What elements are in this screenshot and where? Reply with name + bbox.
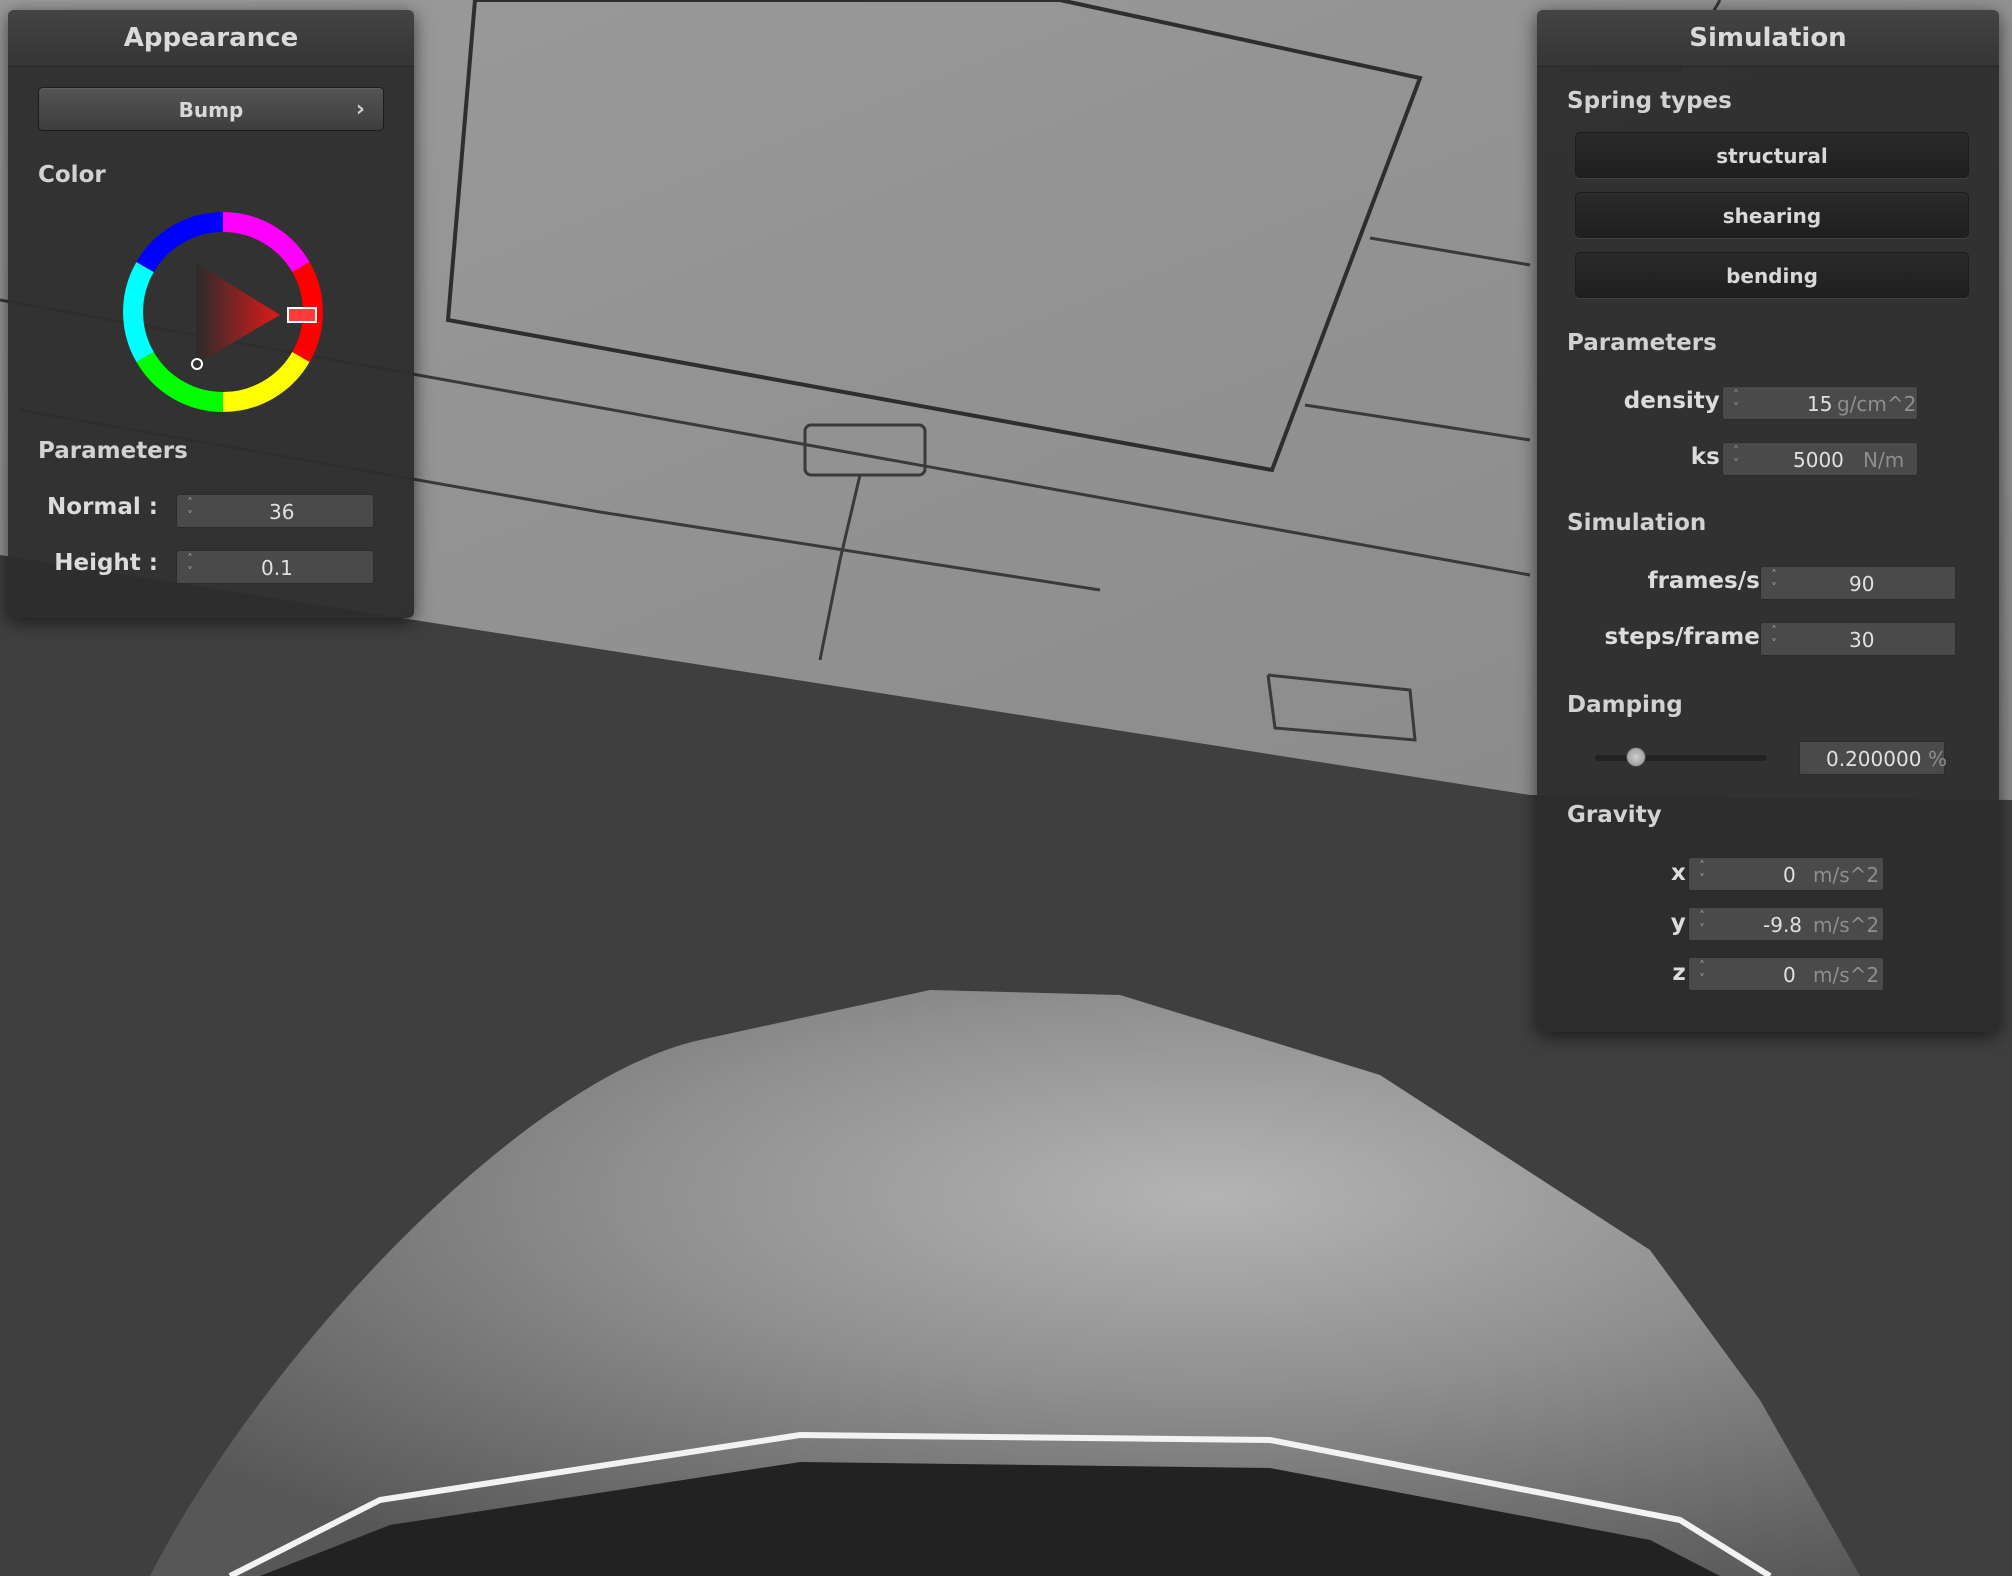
normal-field[interactable]: ˄ ˅ 36 xyxy=(176,494,374,528)
spin-arrows-icon[interactable]: ˄ ˅ xyxy=(1767,569,1781,599)
density-value: 15 xyxy=(1807,392,1833,416)
simulation-title: Simulation xyxy=(1537,10,1999,67)
gravity-z-field[interactable]: ˄ ˅ 0 m/s^2 xyxy=(1688,957,1884,991)
spring-types-label: Spring types xyxy=(1567,88,1732,114)
height-value: 0.1 xyxy=(261,556,293,580)
normal-label: Normal : xyxy=(47,494,158,520)
spin-arrows-icon[interactable]: ˄ ˅ xyxy=(1729,445,1743,475)
sim-simulation-label: Simulation xyxy=(1567,510,1707,536)
appearance-parameters-label: Parameters xyxy=(38,438,188,464)
spin-arrows-icon[interactable]: ˄ ˅ xyxy=(1695,910,1709,940)
fps-label: frames/s : xyxy=(1647,568,1777,594)
spin-arrows-icon[interactable]: ˄ ˅ xyxy=(1767,625,1781,655)
gravity-z-value: 0 xyxy=(1783,963,1796,987)
damping-slider-track xyxy=(1595,755,1767,761)
ks-value: 5000 xyxy=(1793,448,1844,472)
steps-label: steps/frame : xyxy=(1604,624,1777,650)
damping-slider[interactable] xyxy=(1595,747,1767,767)
chevron-right-icon: › xyxy=(355,97,365,122)
steps-value: 30 xyxy=(1849,628,1875,652)
fps-value: 90 xyxy=(1849,572,1875,596)
spin-arrows-icon[interactable]: ˄ ˅ xyxy=(1695,860,1709,890)
density-unit: g/cm^2 xyxy=(1837,392,1917,416)
ks-label: ks : xyxy=(1690,444,1737,470)
bump-mode-label: Bump xyxy=(178,98,244,122)
spin-arrows-icon[interactable]: ˄ ˅ xyxy=(1729,389,1743,419)
steps-field[interactable]: ˄ ˅ 30 xyxy=(1760,622,1956,656)
appearance-panel: Appearance Bump › Color Parameters Norma… xyxy=(8,10,414,618)
damping-value: 0.200000 xyxy=(1826,747,1922,771)
damping-slider-thumb[interactable] xyxy=(1625,747,1646,767)
density-label: density : xyxy=(1623,388,1737,414)
height-label: Height : xyxy=(54,550,158,576)
sim-parameters-label: Parameters xyxy=(1567,330,1717,356)
gravity-y-label: y : xyxy=(1670,910,1703,936)
spin-arrows-icon[interactable]: ˄ ˅ xyxy=(1695,960,1709,990)
gravity-x-field[interactable]: ˄ ˅ 0 m/s^2 xyxy=(1688,857,1884,891)
spring-shearing-label: shearing xyxy=(1722,204,1822,228)
spin-arrows-icon[interactable]: ˄ ˅ xyxy=(183,553,197,583)
gravity-x-unit: m/s^2 xyxy=(1813,863,1880,887)
spring-structural-button[interactable]: structural xyxy=(1575,132,1969,178)
ks-field[interactable]: ˄ ˅ 5000 N/m xyxy=(1722,442,1918,476)
gravity-x-value: 0 xyxy=(1783,863,1796,887)
gravity-label: Gravity xyxy=(1567,802,1662,828)
gravity-x-label: x : xyxy=(1670,860,1703,886)
height-field[interactable]: ˄ ˅ 0.1 xyxy=(176,550,374,584)
damping-field[interactable]: 0.200000 % xyxy=(1799,741,1948,775)
hue-handle[interactable] xyxy=(287,307,317,323)
gravity-y-unit: m/s^2 xyxy=(1813,913,1880,937)
ks-unit: N/m xyxy=(1863,448,1905,472)
gravity-z-unit: m/s^2 xyxy=(1813,963,1880,987)
color-wheel[interactable] xyxy=(123,212,323,412)
normal-value: 36 xyxy=(269,500,295,524)
gravity-y-value: -9.8 xyxy=(1763,913,1803,937)
spin-arrows-icon[interactable]: ˄ ˅ xyxy=(183,497,197,527)
gravity-y-field[interactable]: ˄ ˅ -9.8 m/s^2 xyxy=(1688,907,1884,941)
appearance-title: Appearance xyxy=(8,10,414,67)
density-field[interactable]: ˄ ˅ 15 g/cm^2 xyxy=(1722,386,1918,420)
damping-label: Damping xyxy=(1567,692,1683,718)
color-label: Color xyxy=(38,162,106,188)
spring-bending-button[interactable]: bending xyxy=(1575,252,1969,298)
damping-unit: % xyxy=(1928,747,1948,771)
spring-shearing-button[interactable]: shearing xyxy=(1575,192,1969,238)
spring-structural-label: structural xyxy=(1716,144,1828,168)
gravity-z-label: z : xyxy=(1672,960,1703,986)
bump-mode-button[interactable]: Bump › xyxy=(38,87,384,131)
spring-bending-label: bending xyxy=(1726,264,1818,288)
saturation-triangle[interactable] xyxy=(196,263,280,364)
fps-field[interactable]: ˄ ˅ 90 xyxy=(1760,566,1956,600)
simulation-panel: Simulation Spring types structural shear… xyxy=(1537,10,1999,1032)
